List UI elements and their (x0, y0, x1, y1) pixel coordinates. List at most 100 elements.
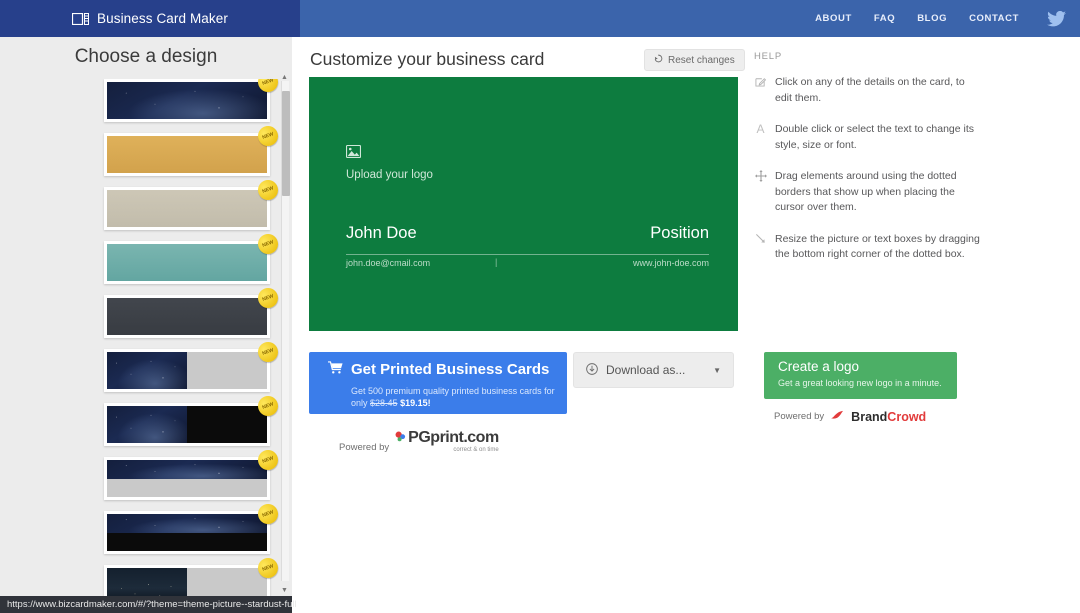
print-cta-title: Get Printed Business Cards (351, 361, 550, 378)
card-name[interactable]: John Doe (346, 224, 417, 243)
card-email[interactable]: john.doe@cmail.com (346, 258, 430, 268)
help-item-font: A Double click or select the text to cha… (754, 122, 984, 153)
create-logo-title: Create a logo (778, 359, 860, 374)
thumbnail-region (107, 244, 267, 281)
thumbnail-region (107, 514, 267, 533)
thumbnail-region (107, 352, 187, 389)
reset-changes-label: Reset changes (668, 54, 735, 66)
design-thumbnail-list[interactable]: NEWNEWNEWNEWNEWNEWNEWNEWNEWNEWNEWNEW (0, 79, 292, 597)
font-icon: A (756, 122, 765, 136)
pgprint-mark (395, 430, 406, 445)
thumbnail-region (107, 460, 267, 479)
help-item-move: Drag elements around using the dotted bo… (754, 169, 984, 216)
twitter-icon[interactable] (1047, 10, 1066, 27)
card-website[interactable]: www.john-doe.com (633, 258, 709, 268)
design-thumbnail[interactable]: NEW (104, 231, 281, 284)
main-nav: ABOUT FAQ BLOG CONTACT (815, 0, 1066, 37)
business-card-preview[interactable]: Upload your logo John Doe Position john.… (309, 77, 738, 331)
powered-by-pgprint: Powered by PGprint.com correct & on time (339, 429, 499, 454)
pgprint-logo[interactable]: PGprint.com correct & on time (395, 429, 499, 453)
design-thumbnail[interactable]: NEW (104, 123, 281, 176)
brand-area[interactable]: Business Card Maker (0, 0, 300, 37)
image-icon[interactable] (345, 144, 362, 163)
page-title: Customize your business card (310, 49, 545, 69)
help-item-resize: Resize the picture or text boxes by drag… (754, 232, 984, 263)
help-item-text: Double click or select the text to chang… (775, 123, 975, 151)
design-thumbnail[interactable]: NEW (104, 339, 281, 392)
design-thumbnail[interactable]: NEW (104, 79, 281, 122)
design-thumbnail-preview (107, 244, 267, 281)
design-thumbnail[interactable]: NEW (104, 393, 281, 446)
card-divider (346, 254, 709, 255)
powered-by-label: Powered by (774, 411, 825, 422)
sidebar-scrollbar-thumb[interactable] (282, 91, 290, 196)
design-thumbnail[interactable]: NEW (104, 447, 281, 500)
brandcrowd-second: Crowd (887, 409, 927, 424)
scroll-down-arrow[interactable]: ▼ (280, 586, 289, 595)
card-position[interactable]: Position (650, 224, 709, 243)
design-thumbnail-preview (107, 82, 267, 119)
app-root: Business Card Maker ABOUT FAQ BLOG CONTA… (0, 0, 1080, 613)
download-icon (586, 362, 598, 378)
nav-item-blog[interactable]: BLOG (917, 13, 947, 24)
thumbnail-region (107, 190, 267, 227)
nav-item-about[interactable]: ABOUT (815, 13, 852, 24)
design-thumbnail[interactable]: NEW (104, 177, 281, 230)
help-title: HELP (754, 51, 783, 62)
nav-item-faq[interactable]: FAQ (874, 13, 895, 24)
cart-icon (327, 361, 343, 378)
undo-icon (654, 54, 663, 66)
design-thumbnail-preview (107, 514, 267, 551)
thumbnail-region (107, 568, 187, 597)
design-thumbnail-preview (107, 460, 267, 497)
thumbnail-region (107, 406, 187, 443)
pgprint-logo-text: PGprint.com (395, 429, 499, 446)
help-item-text: Click on any of the details on the card,… (775, 76, 965, 104)
card-icon (72, 12, 90, 25)
thumbnail-region (107, 298, 267, 335)
brandcrowd-mark (830, 409, 845, 424)
create-logo-subtitle: Get a great looking new logo in a minute… (778, 378, 942, 388)
move-icon (754, 169, 767, 216)
design-thumbnail-preview (107, 190, 267, 227)
print-cta-subtitle: Get 500 premium quality printed business… (351, 385, 557, 409)
help-item-text: Resize the picture or text boxes by drag… (775, 232, 980, 261)
download-as-button[interactable]: Download as... ▼ (573, 352, 734, 388)
price-old: $28.45 (370, 398, 398, 408)
help-item-text: Drag elements around using the dotted bo… (775, 170, 957, 213)
pgprint-tagline: correct & on time (453, 447, 499, 453)
create-a-logo-button[interactable]: Create a logo Get a great looking new lo… (764, 352, 957, 399)
powered-by-brandcrowd: Powered by BrandCrowd (774, 409, 926, 424)
nav-item-contact[interactable]: CONTACT (969, 13, 1019, 24)
download-as-label: Download as... (606, 363, 686, 377)
design-thumbnail-preview (107, 136, 267, 173)
thumbnail-region (107, 136, 267, 173)
design-thumbnail[interactable]: NEW (104, 555, 281, 597)
reset-changes-button[interactable]: Reset changes (644, 49, 745, 71)
upload-logo-label[interactable]: Upload your logo (346, 169, 433, 181)
design-thumbnail[interactable]: NEW (104, 501, 281, 554)
top-header: Business Card Maker ABOUT FAQ BLOG CONTA… (0, 0, 1080, 37)
edit-icon (754, 75, 767, 106)
design-thumbnail[interactable]: NEW (104, 285, 281, 338)
status-bar-url: https://www.bizcardmaker.com/#/?theme=th… (0, 596, 297, 613)
brand-title: Business Card Maker (97, 11, 228, 26)
sidebar-scrollbar[interactable] (281, 81, 290, 581)
print-cta-heading: Get Printed Business Cards (327, 361, 550, 378)
brandcrowd-first: Brand (851, 409, 888, 424)
thumbnail-region (107, 82, 267, 119)
design-thumbnail-preview (107, 298, 267, 335)
design-thumbnail-preview (107, 406, 267, 443)
brand: Business Card Maker (72, 11, 228, 26)
thumbnail-region (187, 568, 267, 597)
thumbnail-region (187, 352, 267, 389)
sidebar-title: Choose a design (74, 46, 218, 67)
get-printed-cards-button[interactable]: Get Printed Business Cards Get 500 premi… (309, 352, 567, 414)
powered-by-label: Powered by (339, 442, 390, 453)
thumbnail-region (107, 478, 267, 497)
main-panel: Customize your business card Reset chang… (292, 37, 1080, 613)
brandcrowd-logo[interactable]: BrandCrowd (851, 410, 926, 424)
price-new: $19.15! (400, 398, 431, 408)
chevron-down-icon[interactable]: ▼ (713, 366, 721, 375)
design-sidebar: Choose a design NEW NEW NEW NEW NEW NEW NEW NEW… (0, 37, 292, 597)
